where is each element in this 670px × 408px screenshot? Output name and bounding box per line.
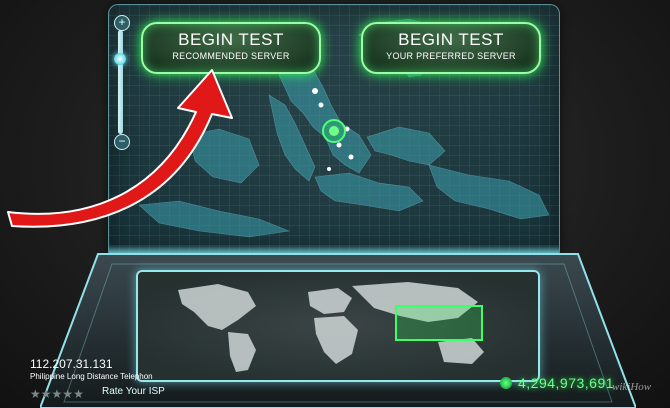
red-arrow-annotation xyxy=(7,69,233,228)
